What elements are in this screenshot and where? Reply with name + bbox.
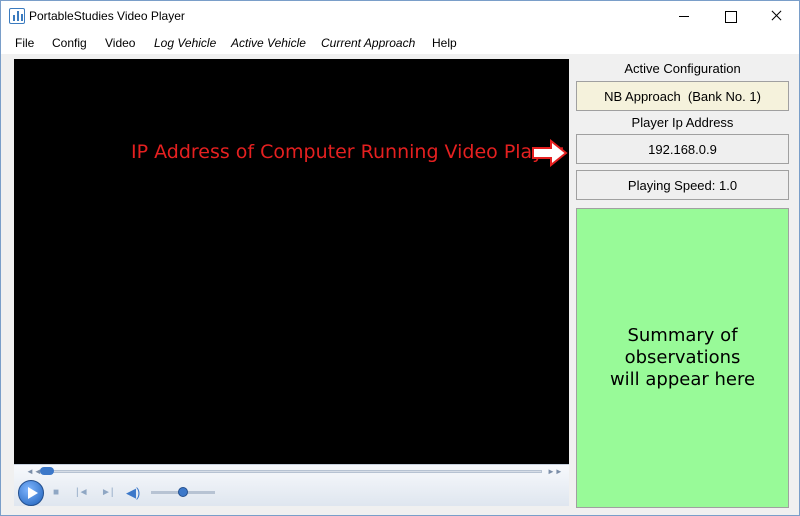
annotation-text: IP Address of Computer Running Video Pla…: [131, 141, 563, 163]
title-bar: PortableStudies Video Player: [1, 1, 799, 31]
volume-thumb[interactable]: [178, 487, 188, 497]
active-config-label: Active Configuration: [624, 61, 741, 76]
volume-icon[interactable]: ◀): [126, 486, 140, 499]
app-window: PortableStudies Video Player File Config…: [0, 0, 800, 516]
observations-summary: Summary of observations will appear here: [576, 208, 789, 508]
next-icon[interactable]: ►|: [101, 487, 114, 499]
arrow-right-icon: [532, 139, 568, 167]
menu-config[interactable]: Config: [52, 36, 87, 50]
window-title: PortableStudies Video Player: [29, 9, 185, 23]
menu-file[interactable]: File: [15, 36, 34, 50]
menu-bar: File Config Video Log Vehicle Active Veh…: [1, 31, 799, 54]
playing-speed-value: Playing Speed: 1.0: [627, 177, 738, 193]
playing-speed-box[interactable]: Playing Speed: 1.0: [576, 170, 789, 200]
fast-forward-icon[interactable]: ►►: [547, 467, 563, 476]
seek-thumb[interactable]: [40, 467, 54, 475]
app-icon: [9, 8, 25, 24]
menu-active-vehicle[interactable]: Active Vehicle: [231, 36, 306, 50]
approach-button[interactable]: NB Approach (Bank No. 1): [576, 81, 789, 111]
approach-value: NB Approach (Bank No. 1): [604, 88, 761, 104]
ip-value: 192.168.0.9: [648, 141, 717, 157]
player-ip-label: Player Ip Address: [631, 115, 734, 130]
menu-current-approach[interactable]: Current Approach: [321, 36, 415, 50]
maximize-button[interactable]: [707, 1, 753, 31]
close-button[interactable]: [753, 1, 799, 31]
stop-icon[interactable]: ■: [53, 487, 59, 499]
minimize-button[interactable]: [661, 1, 707, 31]
menu-video[interactable]: Video: [105, 36, 135, 50]
player-controls: ◄◄ ►► ■ |◄ ►| ◀): [14, 464, 569, 506]
seek-bar[interactable]: [42, 470, 542, 473]
summary-text: Summary of observations will appear here: [609, 325, 756, 390]
ip-address-box[interactable]: 192.168.0.9: [576, 134, 789, 164]
menu-help[interactable]: Help: [432, 36, 457, 50]
video-display[interactable]: [14, 59, 569, 464]
previous-icon[interactable]: |◄: [76, 487, 89, 499]
menu-log-vehicle[interactable]: Log Vehicle: [154, 36, 216, 50]
play-button[interactable]: [18, 480, 44, 506]
ip-annotation: IP Address of Computer Running Video Pla…: [131, 141, 563, 163]
